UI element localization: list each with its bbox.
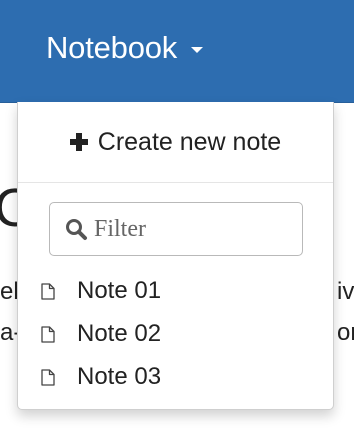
body-text-fragment: iv bbox=[337, 278, 354, 305]
plus-icon bbox=[69, 133, 88, 151]
note-item[interactable]: Note 03 bbox=[18, 357, 333, 397]
note-label: Note 03 bbox=[77, 363, 162, 390]
create-new-note-button[interactable]: Create new note bbox=[18, 102, 333, 182]
menu-divider bbox=[18, 182, 333, 183]
note-label: Note 01 bbox=[77, 277, 162, 304]
filter-input[interactable] bbox=[94, 215, 284, 243]
body-text-fragment: or bbox=[337, 319, 354, 346]
create-new-note-label: Create new note bbox=[97, 127, 282, 156]
file-icon bbox=[41, 325, 55, 343]
notebook-title: Notebook bbox=[46, 30, 178, 65]
note-label: Note 02 bbox=[77, 320, 162, 347]
caret-down-icon bbox=[191, 47, 204, 53]
navbar: Notebook bbox=[0, 0, 354, 103]
note-item[interactable]: Note 01 bbox=[18, 271, 333, 311]
note-item[interactable]: Note 02 bbox=[18, 314, 333, 354]
file-icon bbox=[41, 282, 55, 300]
notebook-dropdown-menu: Create new note Note 01 Note 02 Note 03 bbox=[17, 102, 334, 410]
file-icon bbox=[41, 368, 55, 386]
filter-field[interactable] bbox=[49, 202, 303, 256]
search-icon bbox=[66, 219, 87, 240]
notebook-menu-toggle[interactable]: Notebook bbox=[46, 28, 204, 68]
